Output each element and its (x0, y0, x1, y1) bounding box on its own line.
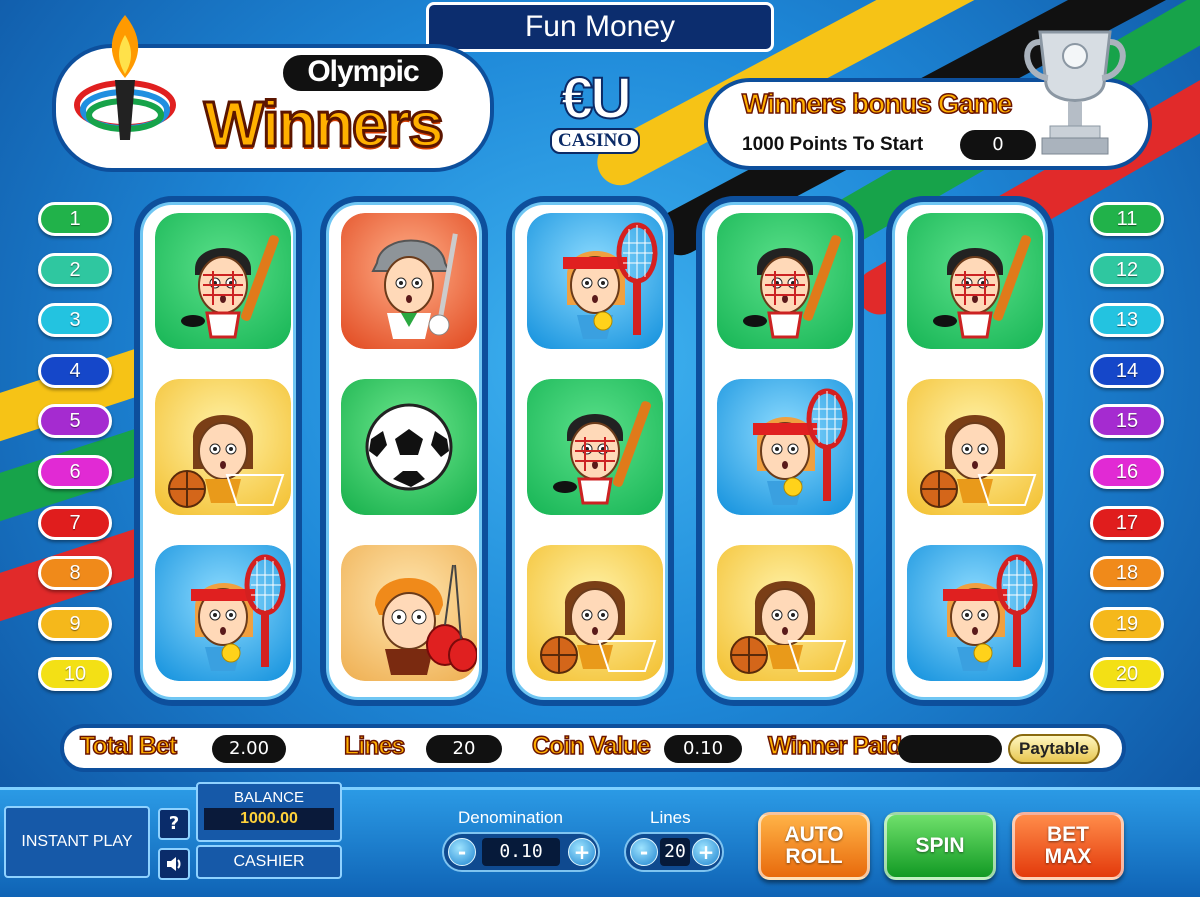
balance-box: BALANCE 1000.00 (196, 782, 342, 842)
help-button[interactable]: ? (158, 808, 190, 840)
line-button-14[interactable]: 14 (1090, 353, 1164, 388)
line-button-12[interactable]: 12 (1090, 252, 1164, 287)
lines-minus-button[interactable]: - (630, 838, 658, 866)
bonus-title: Winners bonus Game (741, 87, 1013, 120)
reel-window (512, 202, 668, 700)
coin-value-value: 0.10 (664, 735, 742, 763)
symbol-basketball-icon (527, 545, 663, 681)
symbol-golf-icon (341, 213, 477, 349)
symbol-tennis-icon (717, 379, 853, 515)
line-button-15[interactable]: 15 (1090, 404, 1164, 439)
fun-money-banner: Fun Money (426, 2, 774, 52)
logo-winners-text: Winners (203, 87, 446, 162)
reel-5 (886, 196, 1054, 706)
line-button-9[interactable]: 9 (38, 606, 112, 641)
reel-window (892, 202, 1048, 700)
lines-control-label: Lines (650, 808, 691, 827)
coin-value-label: Coin Value (531, 731, 651, 761)
line-button-3[interactable]: 3 (38, 303, 112, 338)
lines-label: Lines (343, 731, 406, 761)
symbol-hockey-icon (155, 213, 291, 349)
reel-window (140, 202, 296, 700)
line-button-6[interactable]: 6 (38, 455, 112, 489)
line-button-4[interactable]: 4 (38, 353, 112, 388)
speaker-icon (167, 857, 181, 871)
reel-window (326, 202, 482, 700)
reel-window (702, 202, 858, 700)
reel-2 (320, 196, 488, 706)
cashier-button[interactable]: CASHIER (196, 845, 342, 879)
denomination-stepper: - 0.10 + (442, 832, 600, 872)
balance-label: BALANCE (233, 789, 305, 806)
eu-casino-logo: €U CASINO (540, 66, 650, 160)
line-button-10[interactable]: 10 (38, 657, 112, 692)
winner-paid-value (898, 735, 1002, 763)
total-bet-label: Total Bet (79, 731, 178, 761)
winner-paid-label: Winner Paid (767, 731, 903, 761)
line-button-16[interactable]: 16 (1090, 455, 1164, 489)
symbol-hockey-icon (907, 213, 1043, 349)
line-button-8[interactable]: 8 (38, 556, 112, 591)
symbol-boxing-icon (341, 545, 477, 681)
auto-roll-button[interactable]: AUTO ROLL (758, 812, 870, 880)
line-button-18[interactable]: 18 (1090, 556, 1164, 591)
lines-control-value: 20 (660, 838, 690, 866)
paytable-button[interactable]: Paytable (1008, 734, 1100, 764)
symbol-tennis-icon (155, 545, 291, 681)
balance-value: 1000.00 (204, 808, 334, 830)
trophy-icon (1024, 30, 1126, 155)
reel-1 (134, 196, 302, 706)
symbol-basketball-icon (155, 379, 291, 515)
line-button-7[interactable]: 7 (38, 505, 112, 540)
total-bet-value: 2.00 (212, 735, 286, 763)
casino-label: CASINO (550, 128, 640, 154)
eu-mark: €U (560, 66, 633, 131)
help-icon: ? (168, 813, 180, 834)
line-button-1[interactable]: 1 (38, 202, 112, 236)
bet-max-button[interactable]: BET MAX (1012, 812, 1124, 880)
instant-play-button[interactable]: INSTANT PLAY (4, 806, 150, 878)
reel-3 (506, 196, 674, 706)
reel-4 (696, 196, 864, 706)
denomination-value: 0.10 (482, 838, 560, 866)
denomination-plus-button[interactable]: + (568, 838, 596, 866)
symbol-tennis-icon (907, 545, 1043, 681)
bonus-subtitle: 1000 Points To Start (742, 134, 924, 155)
symbol-basketball-icon (907, 379, 1043, 515)
symbol-tennis-icon (527, 213, 663, 349)
spin-button[interactable]: SPIN (884, 812, 996, 880)
line-button-17[interactable]: 17 (1090, 505, 1164, 540)
line-button-11[interactable]: 11 (1090, 202, 1164, 236)
symbol-hockey-icon (527, 379, 663, 515)
info-bar: Total Bet 2.00 Lines 20 Coin Value 0.10 … (60, 724, 1126, 772)
line-button-19[interactable]: 19 (1090, 606, 1164, 641)
lines-value: 20 (426, 735, 502, 763)
symbol-soccer-icon (341, 379, 477, 515)
denomination-minus-button[interactable]: - (448, 838, 476, 866)
line-button-20[interactable]: 20 (1090, 657, 1164, 692)
symbol-basketball-icon (717, 545, 853, 681)
line-button-5[interactable]: 5 (38, 404, 112, 439)
symbol-hockey-icon (717, 213, 853, 349)
lines-stepper: - 20 + (624, 832, 724, 872)
line-button-13[interactable]: 13 (1090, 303, 1164, 338)
torch-icon (74, 15, 176, 140)
lines-plus-button[interactable]: + (692, 838, 720, 866)
sound-button[interactable] (158, 848, 190, 880)
denomination-label: Denomination (458, 808, 563, 827)
line-button-2[interactable]: 2 (38, 252, 112, 287)
